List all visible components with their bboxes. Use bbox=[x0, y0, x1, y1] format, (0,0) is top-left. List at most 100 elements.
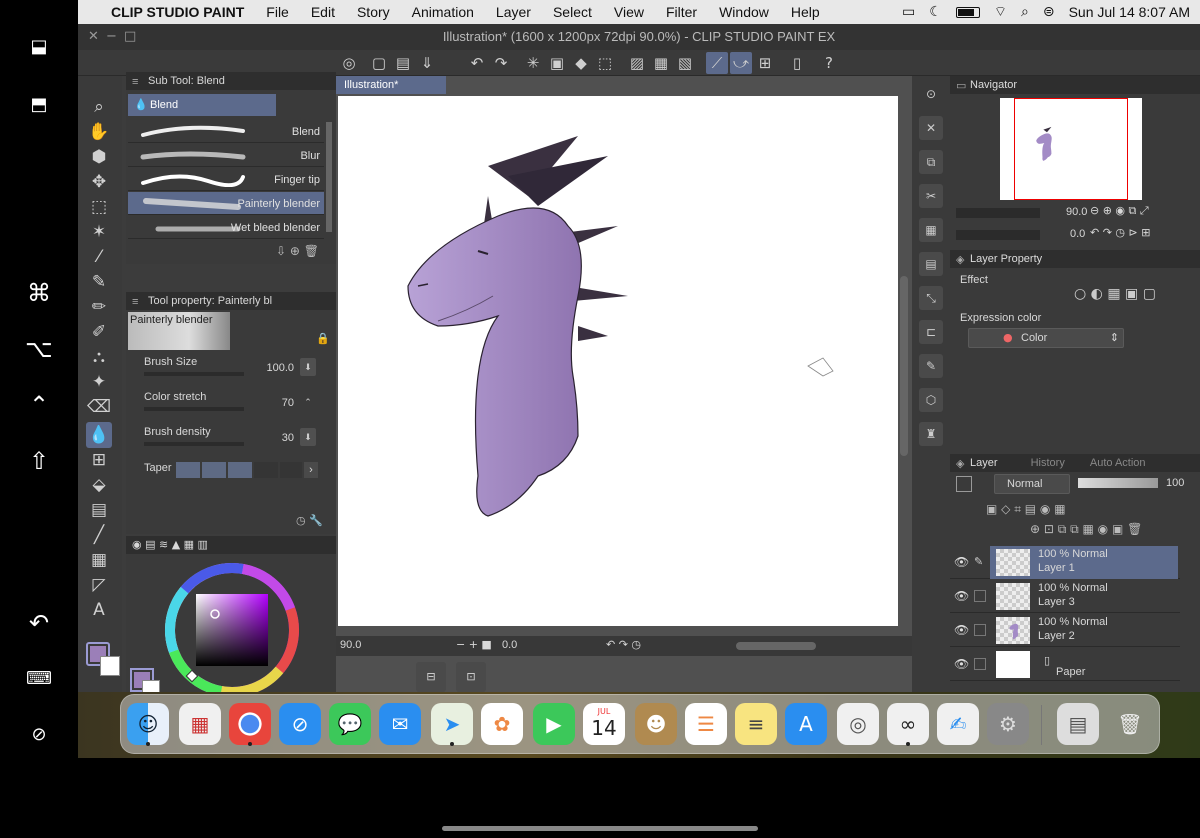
show-selection-icon[interactable]: ▧ bbox=[674, 52, 696, 74]
trash-icon[interactable]: 🗑 bbox=[1109, 703, 1151, 745]
3d-icon[interactable]: ⬡ bbox=[919, 388, 943, 412]
color-stretch-stepper[interactable]: ⌃ bbox=[300, 393, 316, 411]
wrench-icon[interactable]: 🔧 bbox=[309, 514, 323, 527]
paste-icon[interactable]: ▤ bbox=[919, 252, 943, 276]
navigator-rotate-buttons[interactable]: ↶ ↷ ◷ ⊳ ⊞ bbox=[1090, 226, 1150, 239]
frame-tool-icon[interactable]: ▦ bbox=[86, 547, 112, 573]
freeform-icon[interactable]: ✍ bbox=[937, 703, 979, 745]
pencil-tool-icon[interactable]: ✏ bbox=[86, 294, 112, 320]
reset-icon[interactable]: ◷ bbox=[296, 514, 306, 527]
blend-tool-icon[interactable]: 💧 bbox=[86, 422, 112, 448]
help-icon[interactable]: ? bbox=[818, 52, 840, 74]
expression-color-select[interactable]: ● Color ⇕ bbox=[968, 328, 1124, 348]
object-tool-icon[interactable]: ⬢ bbox=[86, 144, 112, 170]
maximize-window-icon[interactable]: □ bbox=[124, 24, 136, 50]
color-wheel-tab-icon[interactable]: ◉ bbox=[132, 538, 142, 551]
contacts-icon[interactable]: ☻ bbox=[635, 703, 677, 745]
keyboard-icon[interactable]: ⌨ bbox=[22, 662, 56, 696]
new-subtool-icon[interactable]: ⊕ bbox=[290, 244, 300, 258]
menu-edit[interactable]: Edit bbox=[300, 4, 346, 20]
mesh-transform-tool-icon[interactable]: ⊞ bbox=[86, 447, 112, 473]
hand-tool-icon[interactable]: ✋ bbox=[86, 119, 112, 145]
minimize-window-icon[interactable]: − bbox=[106, 24, 117, 50]
brush-tool-icon[interactable]: ✐ bbox=[86, 319, 112, 345]
brush-density-row[interactable]: Brush density 30 ⬇ bbox=[140, 426, 320, 456]
visibility-eye-icon[interactable]: 👁 bbox=[954, 623, 970, 637]
zoom-field[interactable]: 90.0 bbox=[340, 639, 361, 651]
color-wheel[interactable] bbox=[162, 560, 302, 700]
brush-density-slider[interactable] bbox=[144, 442, 244, 446]
menu-file[interactable]: File bbox=[255, 4, 300, 20]
figure-pose-icon[interactable]: ♜ bbox=[919, 422, 943, 446]
launchpad-icon[interactable]: ▦ bbox=[179, 703, 221, 745]
document-tab[interactable]: Illustration* bbox=[336, 76, 446, 94]
zoom-tool-icon[interactable]: ⌕ bbox=[86, 94, 112, 120]
taper-segment[interactable] bbox=[228, 462, 252, 478]
copy-subtool-icon[interactable]: ⇩ bbox=[276, 244, 286, 258]
system-settings-icon[interactable]: ⚙ bbox=[987, 703, 1029, 745]
eyedropper-tool-icon[interactable]: ⁄ bbox=[86, 244, 112, 270]
drawing-canvas[interactable] bbox=[338, 96, 898, 626]
app-store-icon[interactable]: A bbox=[785, 703, 827, 745]
copy-icon[interactable]: ⧉ bbox=[919, 150, 943, 174]
hide-menubar-icon[interactable]: ⬓ bbox=[22, 30, 56, 64]
option-key-icon[interactable]: ⌥ bbox=[22, 332, 56, 366]
tone-icon[interactable]: ▦ bbox=[919, 218, 943, 242]
mail-icon[interactable]: ✉ bbox=[379, 703, 421, 745]
layer-lock-box[interactable] bbox=[974, 590, 986, 602]
text-tool-icon[interactable]: A bbox=[86, 597, 112, 623]
subtool-item-selected[interactable]: Painterly blender bbox=[128, 192, 324, 215]
delete-subtool-icon[interactable]: 🗑 bbox=[304, 244, 319, 258]
cut-icon[interactable]: ✂ bbox=[919, 184, 943, 208]
navigator-zoom-buttons[interactable]: ⊖ ⊕ ◉ ⧉ ⤢ bbox=[1090, 204, 1149, 218]
facetime-icon[interactable]: ▶ bbox=[533, 703, 575, 745]
focus-moon-icon[interactable]: ☾ bbox=[929, 4, 942, 20]
close-window-icon[interactable]: ✕ bbox=[88, 24, 99, 50]
messages-icon[interactable]: 💬 bbox=[329, 703, 371, 745]
edit-icon[interactable]: ✎ bbox=[919, 354, 943, 378]
save-icon[interactable]: ⇓ bbox=[416, 52, 438, 74]
rotation-field[interactable]: 0.0 bbox=[502, 639, 517, 651]
layer-color-toggle[interactable] bbox=[956, 476, 972, 492]
control-key-icon[interactable]: ⌃ bbox=[22, 388, 56, 422]
app-menu[interactable]: CLIP STUDIO PAINT bbox=[107, 4, 255, 20]
subtool-item[interactable]: Blur bbox=[128, 144, 324, 167]
snap-ruler-icon[interactable]: ⟋ bbox=[706, 52, 728, 74]
fit-screen-icon[interactable]: ⊡ bbox=[456, 662, 486, 692]
ruler-tool-icon[interactable]: ◸ bbox=[86, 572, 112, 598]
invert-selection-icon[interactable]: ▦ bbox=[650, 52, 672, 74]
navigator-zoom-slider[interactable] bbox=[956, 208, 1040, 218]
snap-special-ruler-icon[interactable]: ⤻ bbox=[730, 52, 752, 74]
layer-row[interactable]: 👁 ▯ Paper bbox=[950, 648, 1180, 681]
blend-mode-select[interactable]: Normal bbox=[994, 474, 1070, 494]
color-stretch-row[interactable]: Color stretch 70 ⌃ bbox=[140, 391, 320, 421]
crop-icon[interactable]: ⊏ bbox=[919, 320, 943, 344]
reminders-icon[interactable]: ☰ bbox=[685, 703, 727, 745]
visibility-eye-icon[interactable]: 👁 bbox=[954, 555, 970, 569]
canvas-hscrollbar[interactable] bbox=[736, 642, 816, 650]
new-layer-icon[interactable]: ⊕ ⊡ ⧉ ⧉ ▦ ◉ ▣ 🗑 bbox=[1030, 522, 1142, 536]
menu-help[interactable]: Help bbox=[780, 4, 831, 20]
open-icon[interactable]: ▤ bbox=[392, 52, 414, 74]
photos-icon[interactable]: ✿ bbox=[481, 703, 523, 745]
taper-segment[interactable] bbox=[176, 462, 200, 478]
tab-auto-action[interactable]: Auto Action bbox=[1090, 457, 1146, 469]
preset-preview[interactable]: Painterly blender bbox=[128, 312, 230, 350]
menu-select[interactable]: Select bbox=[542, 4, 603, 20]
safari-icon[interactable]: ⊘ bbox=[279, 703, 321, 745]
taper-segment[interactable] bbox=[254, 462, 278, 478]
layer-opacity-value[interactable]: 100 bbox=[1166, 477, 1184, 489]
menu-window[interactable]: Window bbox=[708, 4, 780, 20]
control-center-icon[interactable]: ⊜ bbox=[1043, 4, 1055, 20]
move-tool-icon[interactable]: ✥ bbox=[86, 169, 112, 195]
clip-studio-paint-dock-icon[interactable]: ∞ bbox=[887, 703, 929, 746]
menu-filter[interactable]: Filter bbox=[655, 4, 708, 20]
scale-icon[interactable]: ⤡ bbox=[919, 286, 943, 310]
downloads-stack-icon[interactable]: ▤ bbox=[1057, 703, 1099, 745]
chrome-icon[interactable] bbox=[229, 703, 271, 746]
tab-history[interactable]: History bbox=[1031, 457, 1065, 469]
notes-icon[interactable]: ≡ bbox=[735, 703, 777, 745]
airbrush-tool-icon[interactable]: ⛬ bbox=[86, 344, 112, 370]
gradient-tool-icon[interactable]: ▤ bbox=[86, 497, 112, 523]
pen-tool-icon[interactable]: ✎ bbox=[86, 269, 112, 295]
